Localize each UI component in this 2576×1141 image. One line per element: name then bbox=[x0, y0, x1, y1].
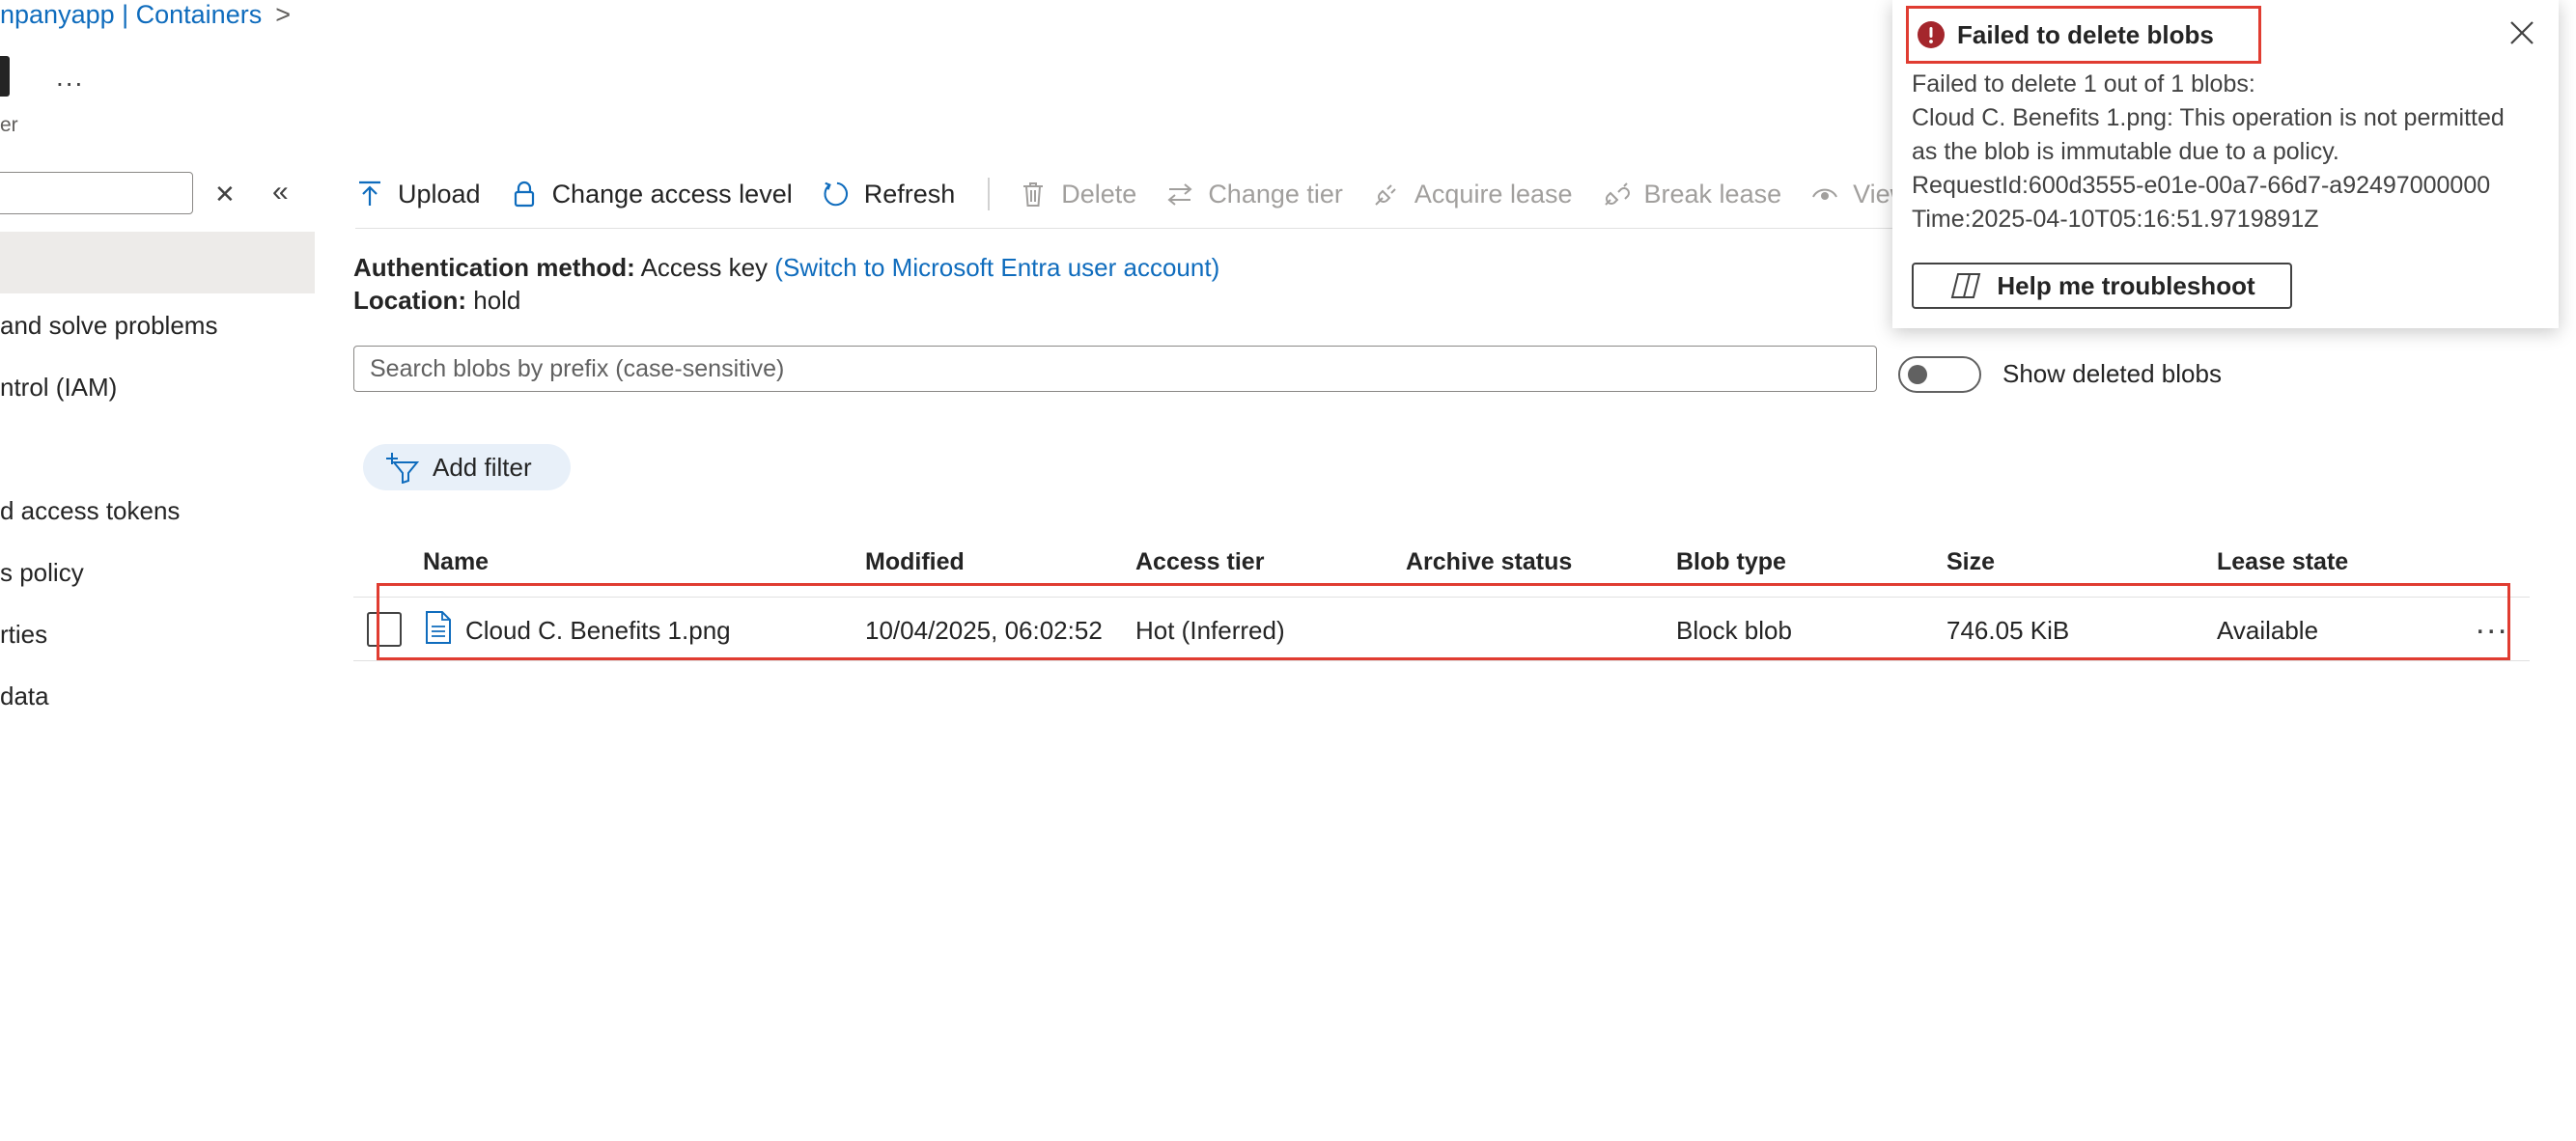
upload-icon bbox=[355, 180, 384, 209]
more-actions-button[interactable]: ... bbox=[56, 62, 84, 93]
page-title-fragment bbox=[0, 56, 10, 97]
clear-search-icon[interactable]: ✕ bbox=[214, 180, 236, 209]
delete-label: Delete bbox=[1061, 179, 1137, 209]
column-header-archive-status[interactable]: Archive status bbox=[1406, 548, 1572, 576]
refresh-label: Refresh bbox=[863, 179, 956, 209]
eye-icon bbox=[1810, 180, 1839, 209]
filter-add-icon bbox=[384, 451, 421, 484]
break-lease-button[interactable]: Break lease bbox=[1602, 179, 1782, 209]
refresh-icon bbox=[822, 180, 851, 209]
breadcrumb[interactable]: npanyapp | Containers > bbox=[0, 0, 291, 30]
column-header-modified[interactable]: Modified bbox=[865, 548, 965, 576]
notification-title: Failed to delete blobs bbox=[1957, 19, 2214, 49]
notification-request-id: RequestId:600d3555-e01e-00a7-66d7-a92497… bbox=[1912, 172, 2491, 199]
auth-method-line: Authentication method: Access key (Switc… bbox=[353, 253, 1219, 283]
column-header-size[interactable]: Size bbox=[1946, 548, 1995, 576]
lock-icon bbox=[510, 180, 539, 209]
notification-summary: Failed to delete 1 out of 1 blobs: bbox=[1912, 70, 2255, 97]
nav-item-diagnose[interactable]: and solve problems bbox=[0, 311, 217, 341]
column-header-name[interactable]: Name bbox=[423, 548, 489, 576]
change-tier-button[interactable]: Change tier bbox=[1165, 180, 1343, 209]
nav-item-properties[interactable]: rties bbox=[0, 620, 47, 650]
auth-method-value: Access key bbox=[640, 253, 769, 282]
location-label: Location: bbox=[353, 286, 466, 315]
blob-search-input[interactable]: Search blobs by prefix (case-sensitive) bbox=[353, 346, 1877, 392]
refresh-button[interactable]: Refresh bbox=[822, 179, 956, 209]
help-troubleshoot-button[interactable]: Help me troubleshoot bbox=[1912, 263, 2292, 309]
notification-title-highlight: Failed to delete blobs bbox=[1906, 6, 2261, 64]
row-highlight-annotation bbox=[377, 583, 2510, 660]
nav-item-selected[interactable] bbox=[0, 232, 315, 293]
toggle-knob bbox=[1908, 365, 1927, 384]
close-icon[interactable] bbox=[2506, 17, 2537, 48]
notification-body: Failed to delete 1 out of 1 blobs: Cloud… bbox=[1912, 68, 2520, 237]
column-header-access-tier[interactable]: Access tier bbox=[1135, 548, 1264, 576]
collapse-nav-icon[interactable]: « bbox=[272, 176, 289, 209]
upload-label: Upload bbox=[398, 179, 481, 209]
show-deleted-label: Show deleted blobs bbox=[2002, 359, 2222, 388]
upload-button[interactable]: Upload bbox=[355, 180, 481, 209]
add-filter-button[interactable]: Add filter bbox=[363, 444, 571, 490]
table-row-divider bbox=[353, 660, 2530, 661]
help-troubleshoot-label: Help me troubleshoot bbox=[1997, 270, 2255, 300]
location-value: hold bbox=[473, 286, 521, 315]
toolbar-divider bbox=[988, 178, 991, 210]
error-icon bbox=[1917, 20, 1946, 49]
change-access-level-label: Change access level bbox=[551, 179, 793, 209]
nav-item-access-control[interactable]: ntrol (IAM) bbox=[0, 373, 117, 403]
notification-time: Time:2025-04-10T05:16:51.9719891Z bbox=[1912, 206, 2319, 233]
column-header-blob-type[interactable]: Blob type bbox=[1676, 548, 1786, 576]
copilot-icon bbox=[1948, 271, 1983, 300]
break-lease-label: Break lease bbox=[1643, 179, 1782, 209]
toolbar: Upload Change access level Refresh Delet… bbox=[355, 172, 1938, 216]
change-tier-label: Change tier bbox=[1208, 179, 1343, 209]
breadcrumb-chevron-icon: > bbox=[275, 0, 291, 29]
switch-auth-link[interactable]: (Switch to Microsoft Entra user account) bbox=[774, 253, 1219, 282]
plug-icon bbox=[1372, 180, 1401, 209]
add-filter-label: Add filter bbox=[433, 452, 532, 482]
page-subtitle: er bbox=[0, 114, 18, 136]
nav-search-input[interactable] bbox=[0, 172, 193, 214]
swap-arrows-icon bbox=[1165, 180, 1194, 209]
breadcrumb-link[interactable]: npanyapp | Containers bbox=[0, 0, 262, 30]
auth-method-label: Authentication method: bbox=[353, 253, 635, 282]
unplug-icon bbox=[1602, 180, 1631, 209]
change-access-level-button[interactable]: Change access level bbox=[510, 180, 793, 209]
delete-button[interactable]: Delete bbox=[1019, 180, 1136, 209]
nav-item-access-tokens[interactable]: d access tokens bbox=[0, 496, 180, 526]
column-header-lease-state[interactable]: Lease state bbox=[2217, 548, 2348, 576]
trash-icon bbox=[1019, 180, 1048, 209]
nav-item-access-policy[interactable]: s policy bbox=[0, 558, 84, 588]
toolbar-divider-line bbox=[355, 228, 1900, 229]
acquire-lease-button[interactable]: Acquire lease bbox=[1372, 180, 1573, 209]
location-line: Location: hold bbox=[353, 286, 520, 316]
acquire-lease-label: Acquire lease bbox=[1414, 179, 1573, 209]
nav-item-metadata[interactable]: data bbox=[0, 682, 49, 711]
blob-search-placeholder: Search blobs by prefix (case-sensitive) bbox=[370, 354, 785, 382]
notification-message: Cloud C. Benefits 1.png: This operation … bbox=[1912, 104, 2505, 165]
